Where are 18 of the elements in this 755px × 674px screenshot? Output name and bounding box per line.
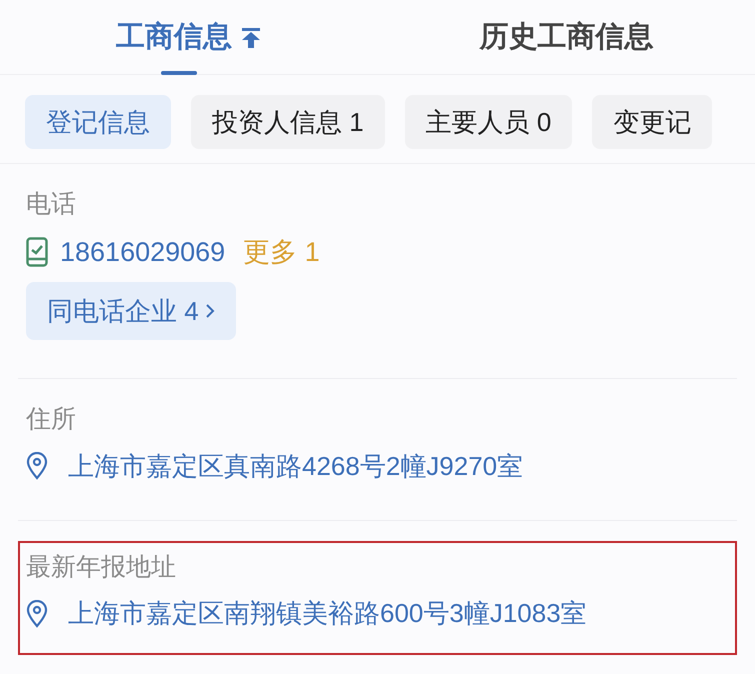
filter-chip[interactable]: 主要人员 0 [404, 95, 572, 149]
filter-chip[interactable]: 变更记 [592, 95, 712, 149]
location-pin-icon [26, 452, 48, 480]
phone-icon [26, 236, 48, 267]
address-link[interactable]: 上海市嘉定区真南路4268号2幢J9270室 [68, 446, 524, 486]
chevron-right-icon [204, 303, 215, 319]
tab[interactable]: 历史工商信息 [479, 0, 654, 75]
address-link[interactable]: 上海市嘉定区南翔镇美裕路600号3幢J1083室 [68, 594, 587, 633]
field-label: 住所 [26, 404, 77, 435]
same-phone-button[interactable]: 同电话企业 4 [26, 282, 236, 340]
location-pin-icon [26, 600, 48, 628]
tab-underline [160, 71, 197, 75]
tab[interactable]: 工商信息 [116, 0, 262, 75]
field-label: 最新年报地址 [26, 552, 177, 582]
field-label: 电话 [26, 189, 77, 220]
filter-chip[interactable]: 登记信息 [25, 95, 171, 149]
filter-chip[interactable]: 投资人信息 1 [191, 95, 385, 149]
phone-link[interactable]: 18616029069 [60, 232, 226, 272]
